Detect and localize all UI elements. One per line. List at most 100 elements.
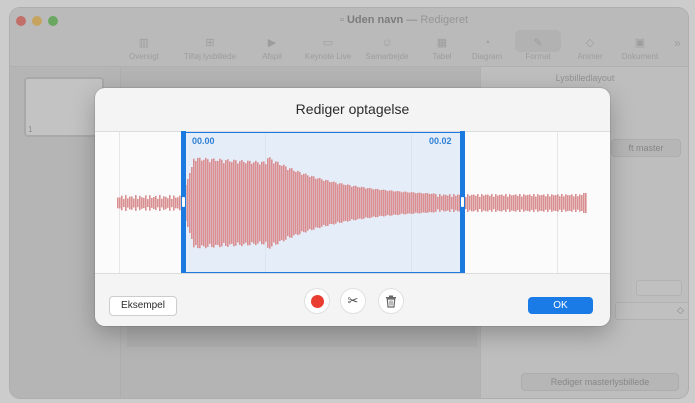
waveform-bar — [451, 196, 453, 210]
waveform-bar — [359, 187, 361, 219]
waveform-bar — [199, 157, 201, 249]
waveform-bar — [207, 159, 209, 247]
waveform-bar — [447, 195, 449, 211]
waveform-bar — [537, 194, 539, 212]
record-button[interactable] — [304, 288, 330, 314]
trim-start-handle[interactable] — [181, 131, 186, 272]
waveform-bar — [131, 196, 133, 210]
waveform-bar — [189, 173, 191, 233]
waveform-bar — [547, 194, 549, 212]
waveform-bar — [223, 163, 225, 243]
waveform-bar — [343, 184, 345, 222]
waveform-bar — [155, 196, 157, 211]
waveform-bar — [485, 194, 487, 212]
waveform-bar — [525, 195, 527, 211]
record-icon — [310, 294, 324, 308]
waveform-bar — [383, 189, 385, 217]
waveform-bar — [231, 162, 233, 244]
waveform-bar — [491, 194, 493, 212]
waveform-bar — [567, 195, 569, 211]
waveform-bar — [285, 166, 287, 240]
waveform-bar — [367, 188, 369, 218]
waveform-bar — [335, 182, 337, 224]
waveform-bar — [585, 193, 587, 213]
waveform-bar — [483, 195, 485, 211]
waveform-bar — [191, 167, 193, 239]
waveform-bar — [385, 190, 387, 216]
waveform-bar — [333, 181, 335, 225]
waveform-bar — [499, 194, 501, 212]
waveform-bar — [375, 188, 377, 218]
waveform-bar — [201, 160, 203, 246]
waveform-bar — [315, 178, 317, 228]
waveform-bar — [195, 161, 197, 246]
scissors-icon: ✂ — [347, 293, 359, 308]
waveform-bar — [565, 194, 567, 212]
waveform-bar — [515, 194, 517, 212]
waveform-bar — [193, 158, 195, 248]
waveform-bar — [361, 186, 363, 220]
waveform-bar — [267, 158, 269, 248]
waveform-bar — [297, 170, 299, 236]
waveform-bar — [575, 194, 577, 212]
waveform-bar — [167, 198, 169, 208]
waveform-bar — [219, 158, 221, 248]
waveform-bar — [245, 163, 247, 243]
waveform-bar — [163, 196, 165, 210]
waveform-bar — [497, 195, 499, 211]
waveform-bar — [489, 195, 491, 211]
preview-button[interactable]: Eksempel — [109, 296, 177, 316]
waveform-bar — [549, 196, 551, 210]
waveform-bar — [553, 195, 555, 211]
waveform-bar — [279, 165, 281, 241]
waveform-bar — [467, 194, 469, 212]
waveform-bar — [309, 177, 311, 229]
waveform-bar — [229, 161, 231, 245]
waveform-bar — [389, 190, 391, 216]
delete-button[interactable] — [378, 288, 404, 314]
waveform-bar — [261, 161, 263, 245]
waveform-bar — [387, 191, 389, 215]
waveform-bar — [443, 194, 445, 212]
trim-end-handle[interactable] — [460, 131, 465, 272]
waveform-bar — [431, 193, 433, 213]
waveform-bar — [141, 197, 143, 209]
waveform-bar — [403, 191, 405, 215]
waveform-bar — [349, 185, 351, 221]
waveform-bar — [509, 194, 511, 212]
waveform-bar — [197, 157, 199, 249]
waveform-bar — [331, 182, 333, 224]
handle-grip-icon — [182, 197, 185, 207]
waveform-bar — [437, 196, 439, 210]
waveform-bar — [413, 192, 415, 214]
waveform-bar — [165, 196, 167, 210]
waveform-bar — [533, 194, 535, 212]
waveform-bar — [241, 160, 243, 247]
waveform-bar — [439, 194, 441, 212]
waveform-bar — [209, 162, 211, 244]
trim-button[interactable]: ✂ — [340, 288, 366, 314]
waveform-bar — [127, 198, 129, 208]
waveform-bar — [481, 194, 483, 212]
waveform-bar — [503, 195, 505, 210]
waveform-bar — [353, 185, 355, 221]
waveform-bar — [129, 196, 131, 210]
waveform-area[interactable] — [95, 131, 610, 274]
ok-button[interactable]: OK — [528, 297, 593, 314]
waveform-bar — [555, 195, 557, 211]
waveform-bar — [477, 194, 479, 212]
waveform-bar — [145, 195, 147, 211]
waveform-bar — [435, 194, 437, 212]
waveform-bar — [239, 161, 241, 245]
waveform-bar — [511, 195, 513, 211]
waveform-bar — [337, 184, 339, 222]
waveform-bar — [121, 195, 123, 211]
waveform-bar — [505, 194, 507, 212]
waveform-bar — [535, 196, 537, 210]
waveform-bar — [449, 194, 451, 212]
waveform-bar — [495, 194, 497, 212]
waveform-bar — [369, 187, 371, 219]
waveform-bar — [527, 194, 529, 211]
waveform-bar — [273, 163, 275, 243]
waveform-bar — [251, 163, 253, 243]
